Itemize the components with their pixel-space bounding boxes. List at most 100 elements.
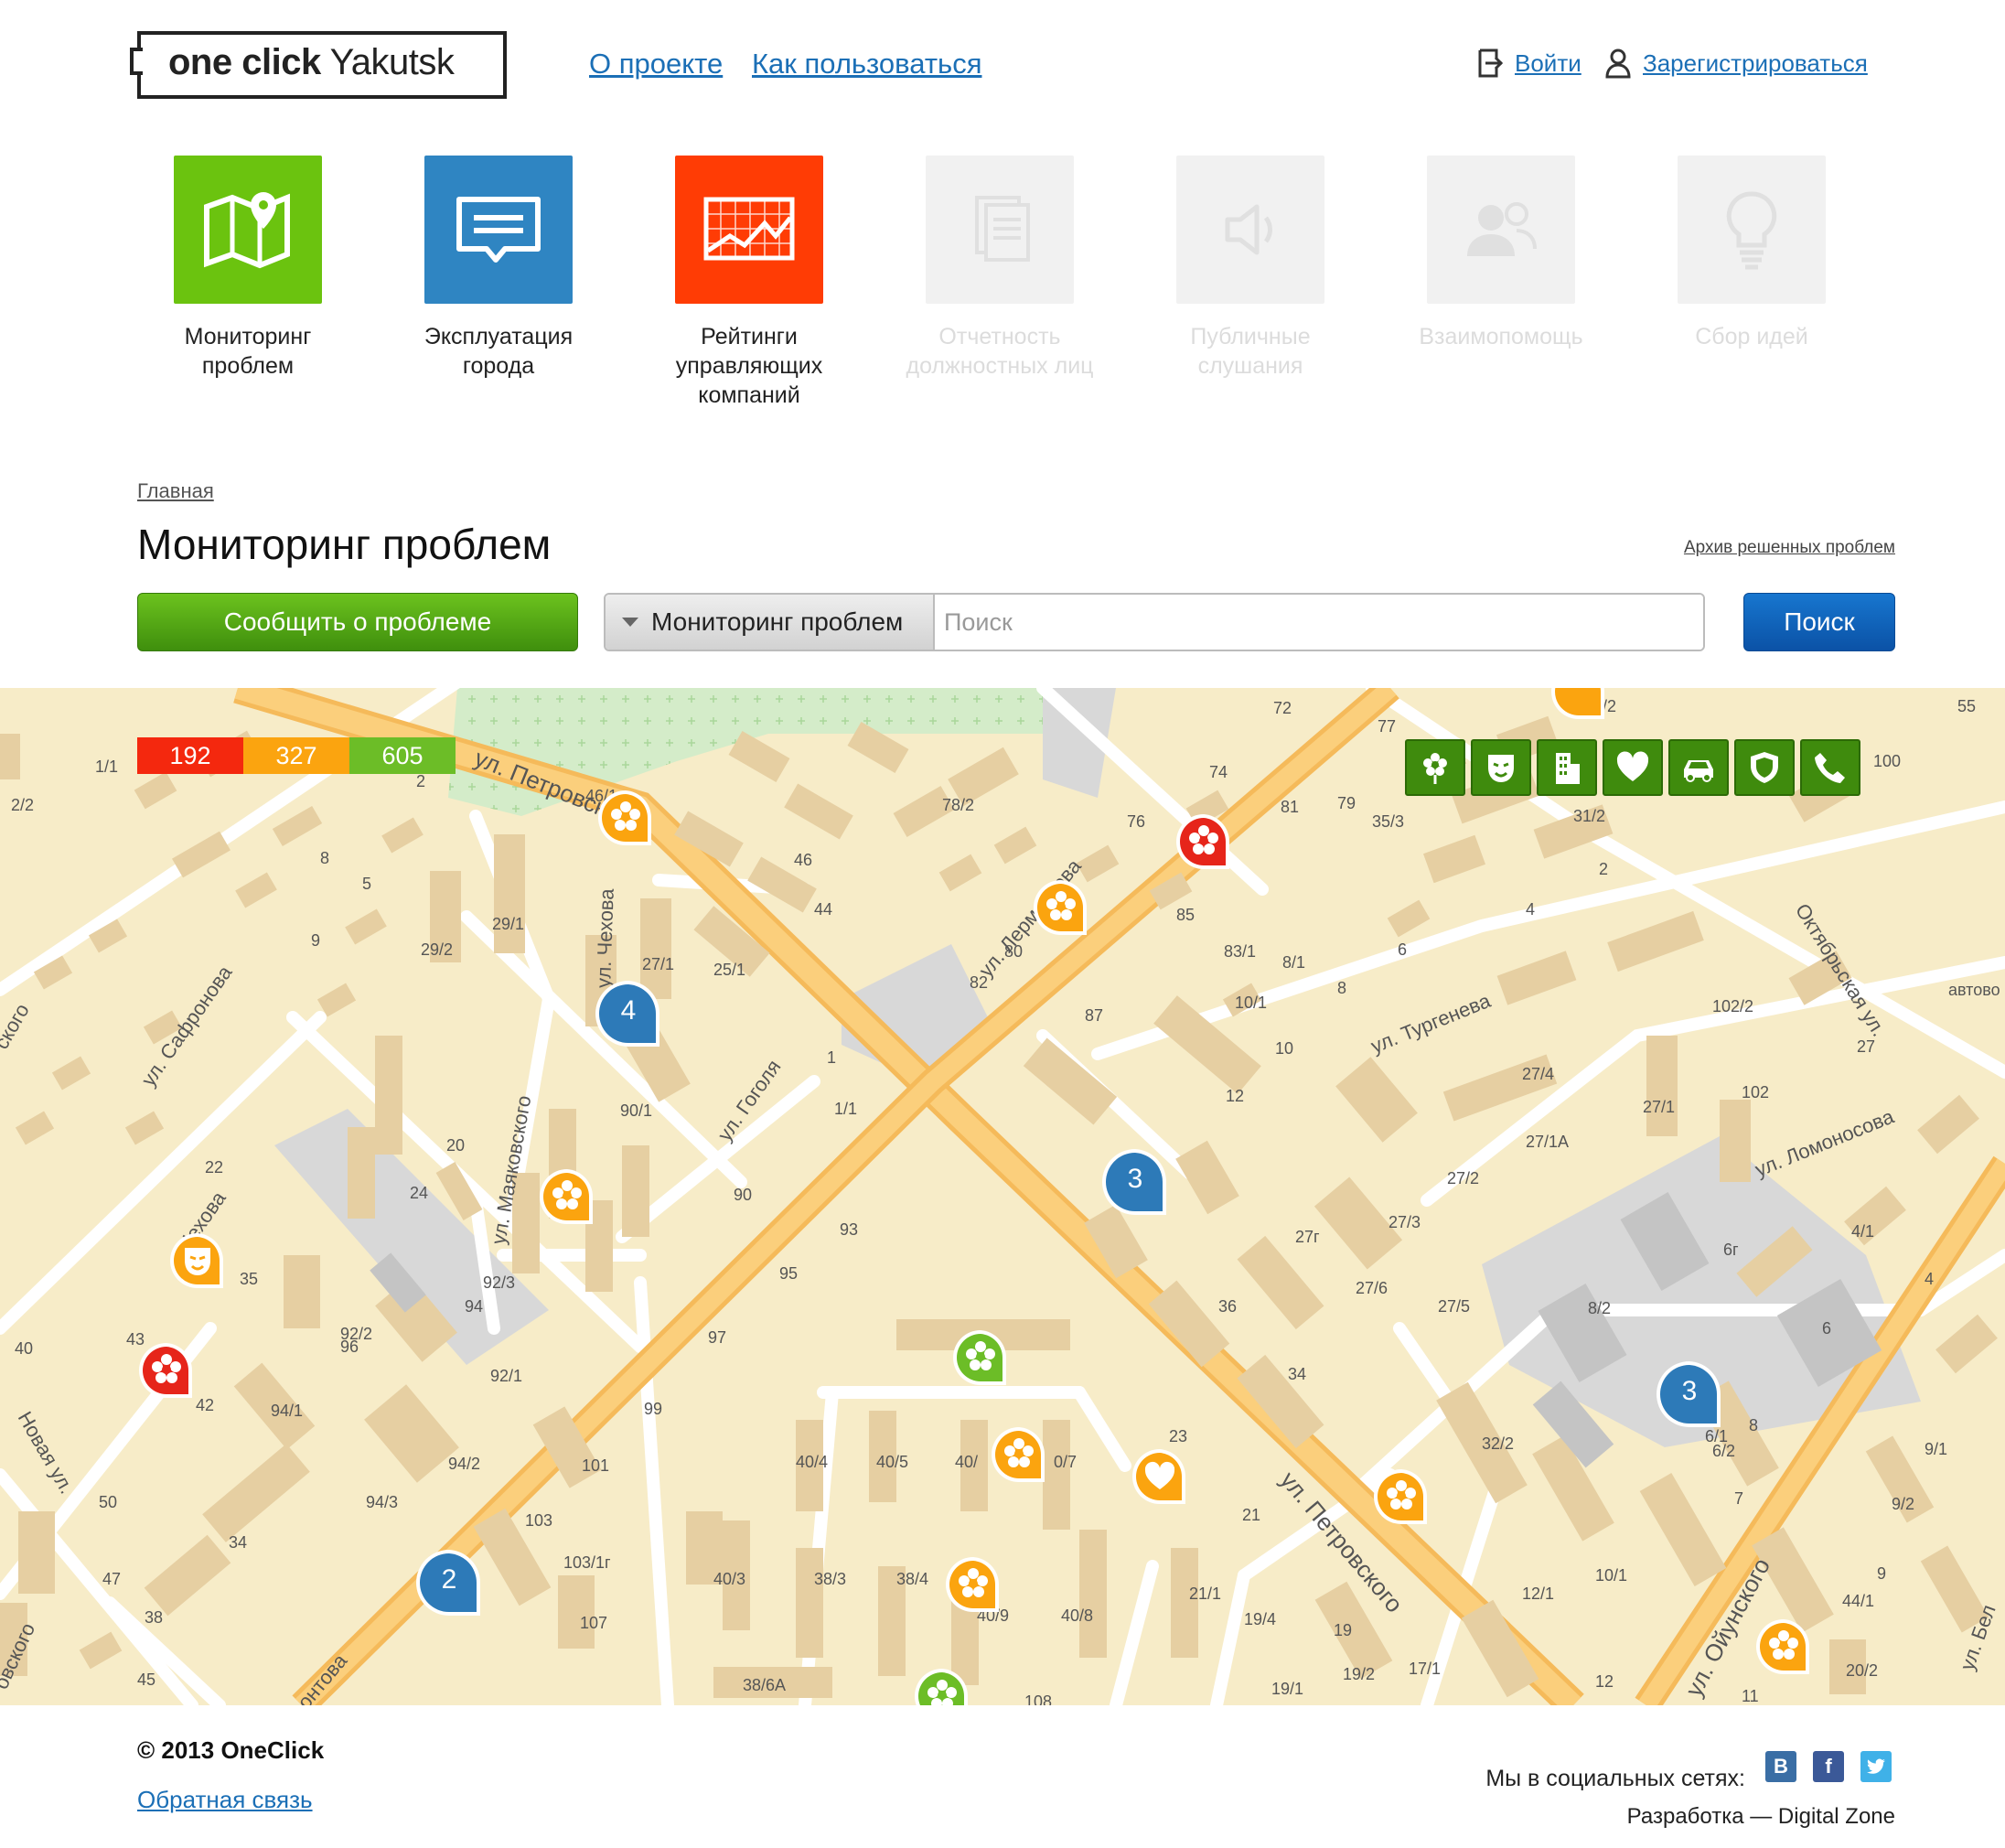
house-number: 6: [1822, 1319, 1832, 1338]
problem-counts: 192 327 605: [137, 737, 456, 774]
house-number: 6: [1398, 940, 1408, 959]
house-number: 19/4: [1244, 1610, 1277, 1628]
archive-link[interactable]: Архив решенных проблем: [1684, 538, 1895, 558]
login-area[interactable]: Войти: [1476, 48, 1581, 79]
house-number: 97: [708, 1328, 727, 1347]
house-number: 17/1: [1409, 1660, 1442, 1678]
search-input[interactable]: [935, 595, 1703, 650]
vk-icon[interactable]: В: [1765, 1751, 1796, 1782]
house-number: 2/2: [11, 796, 35, 814]
service-tile-mutual-aid: Взаимопомощь: [1419, 156, 1583, 351]
problem-marker-orange-culture[interactable]: [168, 1231, 227, 1299]
house-number: 19: [1334, 1621, 1353, 1639]
house-number: 85: [1176, 906, 1195, 924]
problems-map[interactable]: ул. Петровского ул. Лермонтова ул. Турге…: [0, 688, 2005, 1705]
house-number: 107: [580, 1614, 608, 1632]
problem-marker-orange[interactable]: [1754, 1617, 1813, 1685]
report-problem-button[interactable]: Сообщить о проблеме: [137, 593, 578, 651]
chart-icon: [703, 197, 795, 261]
house-number: 31/2: [1573, 807, 1606, 825]
filter-nature[interactable]: [1405, 739, 1465, 796]
house-number: 8: [1337, 979, 1347, 997]
filter-communication[interactable]: [1800, 739, 1860, 796]
house-number: 34: [1288, 1365, 1307, 1383]
nav-about-link[interactable]: О проекте: [589, 48, 723, 81]
service-tile-monitoring[interactable]: Мониторинг проблем: [174, 156, 322, 381]
problem-cluster[interactable]: 3: [1099, 1147, 1171, 1224]
house-number: 21/1: [1189, 1585, 1222, 1603]
filter-culture[interactable]: [1471, 739, 1531, 796]
login-link[interactable]: Войти: [1515, 49, 1581, 78]
heart-icon: [1616, 751, 1649, 781]
house-number: 95: [779, 1264, 799, 1283]
chevron-down-icon: [622, 618, 638, 627]
house-number: 0/7: [1054, 1453, 1078, 1471]
tile-icon-box: [1427, 156, 1575, 304]
building-icon: [1556, 753, 1580, 784]
feedback-link[interactable]: Обратная связь: [137, 1786, 313, 1814]
problem-marker-red[interactable]: [1174, 812, 1233, 880]
nav-howto-link[interactable]: Как пользоваться: [752, 48, 981, 81]
problem-cluster[interactable]: 2: [413, 1548, 485, 1625]
problem-marker-orange[interactable]: [990, 1425, 1048, 1493]
house-number: 103: [525, 1511, 553, 1530]
problem-marker-green[interactable]: [913, 1667, 971, 1705]
house-number: 50: [99, 1493, 118, 1511]
house-number: 27/4: [1522, 1065, 1555, 1083]
service-tile-reports: Отчетность должностных лиц: [906, 156, 1094, 381]
problem-marker-orange[interactable]: [596, 789, 655, 856]
house-number: 40/3: [713, 1570, 746, 1588]
breadcrumb-home[interactable]: Главная: [137, 479, 214, 503]
filter-security[interactable]: [1734, 739, 1795, 796]
phone-icon: [1815, 753, 1845, 783]
people-icon: [1467, 202, 1537, 256]
site-logo[interactable]: one click Yakutsk: [130, 31, 507, 99]
search-category-select[interactable]: Мониторинг проблем: [606, 595, 935, 650]
tile-icon-box: [926, 156, 1074, 304]
service-label: Отчетность должностных лиц: [906, 324, 1094, 379]
count-green[interactable]: 605: [349, 737, 456, 774]
problem-marker-green[interactable]: [951, 1328, 1010, 1396]
house-number: 9/1: [1925, 1440, 1948, 1458]
house-number: 12: [1595, 1672, 1614, 1691]
house-number: 76: [1127, 812, 1146, 831]
service-tile-hearings: Публичные слушания: [1176, 156, 1324, 381]
problem-cluster[interactable]: 4: [593, 979, 664, 1056]
problem-marker-red[interactable]: [137, 1341, 196, 1409]
problem-marker-orange[interactable]: [944, 1555, 1002, 1623]
house-number: 38: [145, 1608, 164, 1627]
count-orange[interactable]: 327: [243, 737, 349, 774]
house-number: 27/1: [1643, 1098, 1676, 1116]
house-number: 99: [644, 1400, 663, 1418]
filter-buildings[interactable]: [1537, 739, 1597, 796]
register-link[interactable]: Зарегистрироваться: [1643, 49, 1868, 78]
filter-transport[interactable]: [1668, 739, 1729, 796]
problem-marker-orange[interactable]: [538, 1167, 596, 1235]
service-tile-city[interactable]: Эксплуатация города: [424, 156, 573, 381]
problem-marker-orange[interactable]: [1372, 1467, 1431, 1535]
house-number: 38/6А: [743, 1676, 787, 1694]
house-number: 47: [102, 1570, 122, 1588]
register-area[interactable]: Зарегистрироваться: [1604, 48, 1868, 79]
house-number: 10/1: [1595, 1566, 1628, 1585]
house-number: 74: [1209, 763, 1228, 781]
twitter-icon[interactable]: [1860, 1751, 1892, 1782]
service-tile-ratings[interactable]: Рейтинги управляющих компаний: [675, 156, 823, 410]
problem-marker-orange-charity[interactable]: [1131, 1447, 1189, 1515]
house-number: 8/1: [1282, 953, 1306, 972]
problem-cluster[interactable]: 3: [1654, 1359, 1725, 1436]
count-red[interactable]: 192: [137, 737, 243, 774]
shield-icon: [1751, 752, 1778, 783]
house-number: 94/2: [448, 1455, 481, 1473]
search-button[interactable]: Поиск: [1743, 593, 1895, 651]
house-number: 38/4: [896, 1570, 929, 1588]
house-number: 24: [410, 1184, 429, 1202]
house-number: 87: [1085, 1006, 1104, 1025]
house-number: 23: [1169, 1427, 1188, 1445]
house-number: 8: [1749, 1416, 1759, 1434]
problem-marker-orange[interactable]: [1549, 688, 1608, 730]
facebook-icon[interactable]: f: [1813, 1751, 1844, 1782]
problem-marker-orange[interactable]: [1032, 878, 1090, 946]
tile-icon-box: [675, 156, 823, 304]
filter-charity[interactable]: [1603, 739, 1663, 796]
